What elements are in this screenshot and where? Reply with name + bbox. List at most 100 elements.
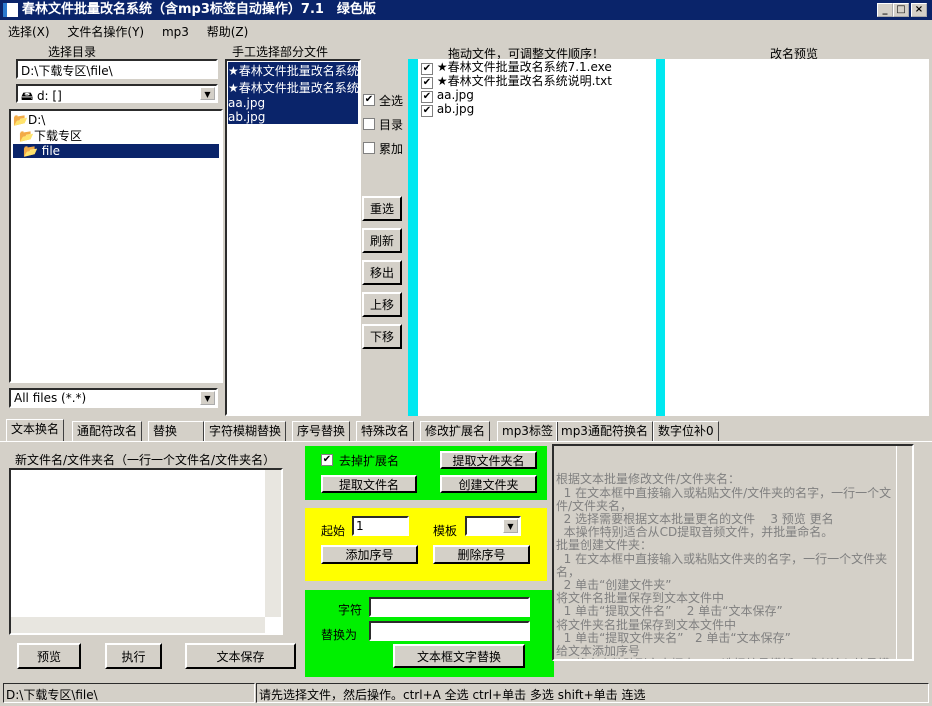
title-bar: 春林文件批量改名系统（含mp3标签自动操作）7.1 绿色版 _ □ × (0, 0, 932, 20)
dir-header: 选择目录 (48, 45, 97, 59)
dir-label: 目录 (379, 118, 404, 132)
char-label: 字符 (338, 603, 363, 617)
item-checkbox[interactable]: ✔ (421, 77, 433, 89)
names-textarea[interactable] (9, 468, 283, 635)
vertical-scrollbar[interactable] (265, 470, 281, 617)
text-label: 新文件名/文件夹名（一行一个文件名/文件夹名） (15, 453, 276, 467)
dir-checkbox[interactable] (363, 118, 375, 130)
start-input[interactable]: 1 (352, 516, 409, 536)
app-icon (3, 3, 18, 17)
folder-open-icon: 📂 (23, 144, 38, 158)
rename-preview-list[interactable] (665, 59, 929, 416)
template-label: 模板 (433, 524, 458, 538)
tab-replace[interactable]: 替换 (148, 421, 204, 441)
manual-header: 手工选择部分文件 (232, 45, 329, 59)
tab-special[interactable]: 特殊改名 (356, 421, 415, 441)
start-label: 起始 (321, 524, 346, 538)
minimize-button[interactable]: _ (877, 3, 893, 17)
folder-tree[interactable]: 📂D:\ 📂下载专区 📂 file (9, 109, 223, 383)
replace-panel: 字符 替换为 文本框文字替换 (305, 590, 554, 677)
get-file-names-button[interactable]: 提取文件名 (321, 475, 417, 493)
list-item[interactable]: ✔ ★春林文件批量改名系统7.1.exe (421, 61, 653, 75)
status-path: D:\下载专区\file\ (3, 683, 255, 703)
item-checkbox[interactable]: ✔ (421, 91, 433, 103)
splitter-bar[interactable] (656, 59, 665, 416)
list-item[interactable]: ✔ aa.jpg (421, 89, 653, 103)
drive-select[interactable]: 🖴 d: [] ▼ (16, 84, 218, 103)
help-content: 根据文本批量修改文件/文件夹名： 1 在文本框中直接输入或粘贴文件/文件夹的名字… (556, 472, 892, 659)
select-all-label: 全选 (379, 94, 404, 108)
tab-mp3-tags[interactable]: mp3标签 (497, 421, 558, 441)
tree-item[interactable]: 📂下载专区 (13, 127, 219, 144)
chevron-down-icon[interactable]: ▼ (503, 519, 518, 533)
path-input[interactable]: D:\下载专区\file\ (16, 59, 218, 79)
tab-ext[interactable]: 修改扩展名 (420, 421, 491, 441)
item-checkbox[interactable]: ✔ (421, 105, 433, 117)
remove-button[interactable]: 移出 (362, 260, 402, 285)
replace-input[interactable] (369, 621, 530, 641)
tab-seq-replace[interactable]: 序号替换 (292, 421, 351, 441)
preview-button[interactable]: 预览 (17, 643, 81, 669)
filter-value: All files (*.*) (14, 391, 87, 405)
menu-mp3[interactable]: mp3 (162, 25, 189, 39)
item-checkbox[interactable]: ✔ (421, 63, 433, 75)
divider (0, 441, 932, 442)
accum-label: 累加 (379, 142, 404, 156)
help-text[interactable]: 根据文本批量修改文件/文件夹名： 1 在文本框中直接输入或粘贴文件/文件夹的名字… (552, 444, 914, 661)
remove-ext-checkbox[interactable]: ✔ (321, 454, 333, 466)
menu-select[interactable]: 选择(X) (8, 25, 50, 39)
delete-seq-button[interactable]: 删除序号 (433, 545, 530, 564)
menu-bar: 选择(X) 文件名操作(Y) mp3 帮助(Z) (8, 23, 262, 40)
folder-open-icon: 📂 (19, 129, 34, 143)
status-bar: D:\下载专区\file\ 请先选择文件，然后操作。ctrl+A 全选 ctrl… (0, 682, 932, 706)
template-select[interactable]: ▼ (465, 516, 521, 536)
remove-ext-label: 去掉扩展名 (339, 454, 400, 468)
create-folders-button[interactable]: 创建文件夹 (440, 475, 537, 493)
vertical-scrollbar[interactable] (896, 446, 912, 659)
folder-open-icon: 📂 (13, 113, 28, 127)
save-text-button[interactable]: 文本保存 (185, 643, 296, 669)
tab-fuzzy-replace[interactable]: 字符模糊替换 (204, 421, 287, 441)
move-down-button[interactable]: 下移 (362, 324, 402, 349)
menu-help[interactable]: 帮助(Z) (207, 25, 249, 39)
select-all-checkbox[interactable]: ✔ (363, 94, 375, 106)
list-item[interactable]: aa.jpg (228, 96, 358, 110)
char-input[interactable] (369, 597, 530, 617)
maximize-button[interactable]: □ (893, 3, 909, 17)
tree-item[interactable]: 📂D:\ (13, 113, 219, 127)
list-item[interactable]: ab.jpg (228, 110, 358, 124)
drive-icon: 🖴 (21, 89, 37, 103)
reselect-button[interactable]: 重选 (362, 196, 402, 221)
list-item[interactable]: ✔ ★春林文件批量改名系统说明.txt (421, 75, 653, 89)
sequence-panel: 起始 1 模板 ▼ 添加序号 删除序号 (305, 508, 547, 581)
splitter-bar[interactable] (408, 59, 418, 416)
replace-with-label: 替换为 (321, 628, 358, 642)
execute-button[interactable]: 执行 (105, 643, 162, 669)
list-item[interactable]: ★春林文件批量改名系统7.1.exe (228, 62, 359, 79)
chevron-down-icon[interactable]: ▼ (200, 391, 215, 405)
get-folder-names-button[interactable]: 提取文件夹名 (440, 451, 537, 469)
tab-pad-zero[interactable]: 数字位补0 (653, 421, 719, 441)
manual-file-list[interactable]: ★春林文件批量改名系统7.1.exe ★春林文件批量改名系统说明.txt aa.… (225, 59, 361, 416)
text-replace-button[interactable]: 文本框文字替换 (393, 644, 525, 668)
status-hint: 请先选择文件，然后操作。ctrl+A 全选 ctrl+单击 多选 shift+单… (256, 683, 929, 703)
tree-item-selected[interactable]: 📂 file (13, 144, 219, 158)
tab-mp3-wildcard[interactable]: mp3通配符换名 (556, 421, 653, 441)
menu-filename-ops[interactable]: 文件名操作(Y) (67, 25, 144, 39)
close-button[interactable]: × (911, 3, 927, 17)
drive-value: d: [] (36, 89, 62, 103)
list-item[interactable]: ✔ ab.jpg (421, 103, 653, 117)
tab-text-rename[interactable]: 文本换名 (6, 419, 65, 442)
extract-panel: ✔ 去掉扩展名 提取文件夹名 提取文件名 创建文件夹 (305, 446, 547, 500)
window-title: 春林文件批量改名系统（含mp3标签自动操作）7.1 绿色版 (22, 2, 376, 17)
filter-select[interactable]: All files (*.*) ▼ (9, 388, 218, 408)
add-seq-button[interactable]: 添加序号 (321, 545, 418, 564)
list-item[interactable]: ★春林文件批量改名系统说明.txt (228, 79, 359, 96)
accum-checkbox[interactable] (363, 142, 375, 154)
ordered-file-list[interactable]: ✔ ★春林文件批量改名系统7.1.exe ✔ ★春林文件批量改名系统说明.txt… (418, 59, 656, 416)
move-up-button[interactable]: 上移 (362, 292, 402, 317)
chevron-down-icon[interactable]: ▼ (200, 87, 215, 100)
tab-wildcard[interactable]: 通配符改名 (72, 421, 143, 441)
refresh-button[interactable]: 刷新 (362, 228, 402, 253)
horizontal-scrollbar[interactable] (11, 617, 265, 633)
